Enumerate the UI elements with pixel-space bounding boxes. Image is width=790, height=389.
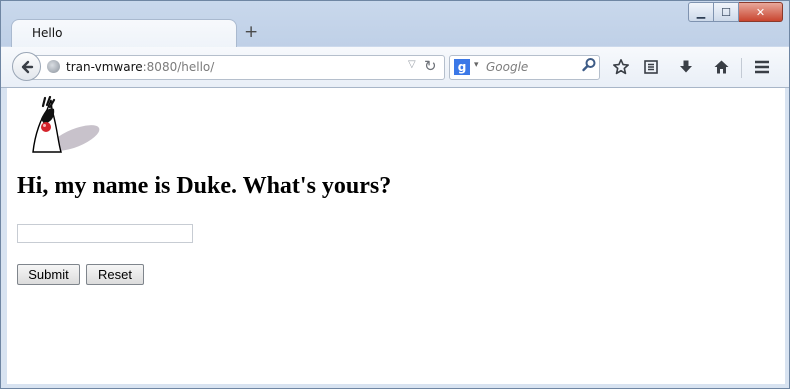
url-path: :8080/hello/ bbox=[142, 60, 215, 74]
new-tab-button[interactable]: + bbox=[244, 22, 258, 42]
minimize-button[interactable]: ▁ bbox=[688, 2, 714, 22]
url-text[interactable]: tran-vmware:8080/hello/ bbox=[66, 60, 214, 74]
search-box[interactable]: g ▾ Google bbox=[449, 55, 600, 80]
reading-list-icon[interactable] bbox=[640, 57, 662, 77]
toolbar-separator bbox=[741, 58, 742, 78]
download-icon[interactable] bbox=[675, 57, 697, 77]
submit-button[interactable]: Submit bbox=[17, 264, 80, 285]
reload-icon[interactable]: ↻ bbox=[424, 57, 437, 75]
close-button[interactable]: ✕ bbox=[739, 2, 783, 22]
menu-icon[interactable] bbox=[751, 57, 773, 77]
navigation-toolbar: tran-vmware:8080/hello/ ▽ ↻ g ▾ Google bbox=[1, 47, 789, 88]
search-input[interactable]: Google bbox=[486, 60, 528, 74]
back-arrow-icon bbox=[21, 60, 33, 73]
reset-button[interactable]: Reset bbox=[86, 264, 144, 285]
duke-mascot-icon bbox=[32, 96, 100, 153]
search-icon[interactable] bbox=[581, 57, 597, 77]
history-dropdown-icon[interactable]: ▽ bbox=[408, 59, 416, 70]
browser-window: ▁ ☐ ✕ Hello + tran-vmware:8080/hello/ ▽ … bbox=[0, 0, 790, 389]
bookmark-star-icon[interactable] bbox=[610, 57, 632, 77]
tab-hello[interactable]: Hello bbox=[11, 19, 237, 49]
back-button[interactable] bbox=[12, 52, 41, 81]
google-icon[interactable]: g bbox=[454, 59, 470, 75]
url-host: tran-vmware bbox=[66, 60, 143, 74]
tab-title: Hello bbox=[32, 26, 63, 40]
name-input[interactable] bbox=[17, 224, 193, 243]
window-controls: ▁ ☐ ✕ bbox=[688, 2, 783, 22]
page-heading: Hi, my name is Duke. What's yours? bbox=[17, 173, 392, 199]
address-bar[interactable]: tran-vmware:8080/hello/ ▽ ↻ bbox=[31, 55, 445, 80]
page-content: Hi, my name is Duke. What's yours? Submi… bbox=[7, 88, 785, 384]
globe-icon bbox=[47, 60, 60, 73]
search-engine-dropdown-icon[interactable]: ▾ bbox=[474, 60, 479, 70]
home-icon[interactable] bbox=[710, 57, 732, 77]
maximize-button[interactable]: ☐ bbox=[714, 2, 739, 22]
